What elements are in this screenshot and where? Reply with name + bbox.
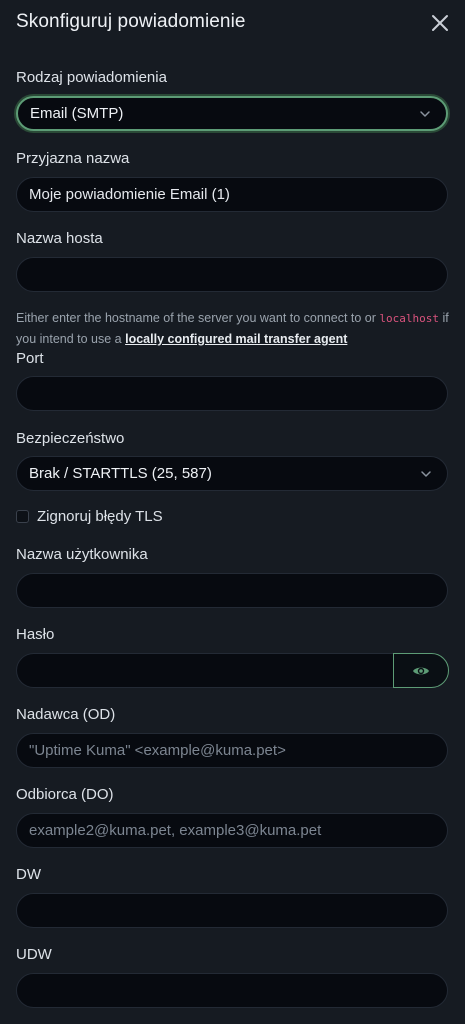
ignore-tls-row: Zignoruj błędy TLS (16, 508, 163, 525)
password-label: Hasło (16, 626, 55, 643)
dialog-header: Skonfiguruj powiadomienie (0, 0, 465, 44)
security-value: Brak / STARTTLS (25, 587) (29, 465, 212, 482)
password-input[interactable] (16, 653, 394, 688)
port-input[interactable] (16, 376, 448, 411)
security-label: Bezpieczeństwo (16, 430, 125, 447)
hint-code: localhost (379, 312, 440, 325)
bcc-label: UDW (16, 946, 52, 963)
password-visibility-toggle[interactable] (393, 653, 449, 688)
hostname-label: Nazwa hosta (16, 230, 103, 247)
friendly-name-label: Przyjazna nazwa (16, 150, 130, 167)
close-icon[interactable] (429, 12, 451, 34)
chevron-down-icon (420, 110, 430, 117)
security-select[interactable]: Brak / STARTTLS (25, 587) (16, 456, 448, 491)
notification-type-select[interactable]: Email (SMTP) (16, 96, 448, 131)
bcc-input[interactable] (16, 973, 448, 1008)
dialog-title: Skonfiguruj powiadomienie (16, 11, 246, 32)
notification-dialog: Skonfiguruj powiadomienie Rodzaj powiado… (0, 0, 465, 1024)
port-label: Port (16, 350, 44, 367)
username-input[interactable] (16, 573, 448, 608)
friendly-name-input[interactable] (16, 177, 448, 212)
from-input[interactable] (16, 733, 448, 768)
to-label: Odbiorca (DO) (16, 786, 114, 803)
to-input[interactable] (16, 813, 448, 848)
eye-icon (413, 667, 429, 674)
hostname-input[interactable] (16, 257, 448, 292)
notification-type-label: Rodzaj powiadomienia (16, 69, 167, 86)
username-label: Nazwa użytkownika (16, 546, 148, 563)
mta-help-link[interactable]: locally configured mail transfer agent (125, 332, 347, 346)
ignore-tls-label[interactable]: Zignoruj błędy TLS (37, 508, 163, 525)
cc-label: DW (16, 866, 41, 883)
notification-type-value: Email (SMTP) (30, 105, 124, 122)
from-label: Nadawca (OD) (16, 706, 116, 723)
ignore-tls-checkbox[interactable] (16, 510, 29, 523)
hostname-hint: Either enter the hostname of the server … (16, 308, 452, 349)
hint-text-before: Either enter the hostname of the server … (16, 311, 380, 325)
cc-input[interactable] (16, 893, 448, 928)
chevron-down-icon (421, 470, 431, 477)
